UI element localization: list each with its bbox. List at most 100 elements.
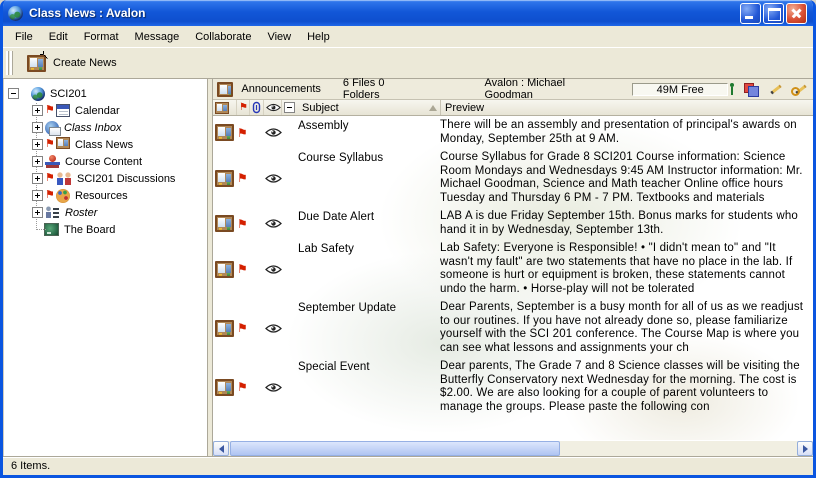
tree-connector-stub (37, 229, 46, 230)
item-count: 6 Items. (11, 460, 50, 472)
column-preview[interactable]: Preview (440, 100, 813, 115)
scroll-right-button[interactable] (797, 441, 813, 456)
flag-icon: ⚑ (237, 210, 263, 237)
arrow-right-icon (803, 445, 808, 453)
message-preview: There will be an assembly and presentati… (440, 119, 813, 146)
expand-toggle[interactable] (32, 207, 43, 218)
message-subject[interactable]: September Update (298, 301, 440, 355)
message-row-september-update[interactable]: ⚑ September Update Dear Parents, Septemb… (213, 299, 813, 358)
window-controls (740, 3, 807, 24)
tree-item-course-content[interactable]: Course Content (4, 153, 207, 170)
eye-icon (265, 174, 282, 183)
flag-icon: ⚑ (45, 173, 56, 184)
menu-file[interactable]: File (7, 28, 41, 46)
message-row-special-event[interactable]: ⚑ Special Event Dear parents, The Grade … (213, 358, 813, 417)
news-item-icon (215, 215, 234, 232)
pencil-icon[interactable] (768, 83, 782, 96)
expand-toggle[interactable] (32, 173, 43, 184)
status-bar: 6 Items. (3, 456, 813, 475)
horizontal-scrollbar[interactable] (213, 440, 813, 456)
menu-bar: File Edit Format Message Collaborate Vie… (3, 26, 813, 47)
minimize-button[interactable] (740, 3, 761, 24)
tree-item-calendar[interactable]: ⚑ Calendar (4, 102, 207, 119)
flag-icon: ⚑ (45, 105, 56, 116)
file-folder-counts: 6 Files 0 Folders (343, 77, 421, 101)
column-collapse-all[interactable] (282, 100, 298, 115)
message-subject[interactable]: Assembly (298, 119, 440, 146)
menu-edit[interactable]: Edit (41, 28, 76, 46)
news-icon (215, 102, 229, 114)
minus-box-icon (284, 102, 295, 113)
expand-toggle[interactable] (32, 190, 43, 201)
news-item-icon (215, 124, 234, 141)
windows-icon[interactable] (744, 83, 759, 96)
message-subject[interactable]: Due Date Alert (298, 210, 440, 237)
tree-item-sci201-discussions[interactable]: ⚑ SCI201 Discussions (4, 170, 207, 187)
column-subject[interactable]: Subject (298, 100, 440, 115)
column-item-icon[interactable] (213, 100, 237, 115)
message-subject[interactable]: Special Event (298, 360, 440, 414)
column-viewed[interactable] (264, 100, 282, 115)
tree-item-label: Class News (73, 139, 135, 151)
eye-icon (265, 265, 282, 274)
column-attachment[interactable] (250, 100, 264, 115)
roster-icon (45, 206, 60, 219)
person-icon[interactable] (728, 83, 735, 96)
key-pencil-icon[interactable] (791, 83, 807, 96)
message-preview: Dear parents, The Grade 7 and 8 Science … (440, 360, 813, 414)
expand-toggle[interactable] (32, 156, 43, 167)
menu-view[interactable]: View (259, 28, 299, 46)
message-row-course-syllabus[interactable]: ⚑ Course Syllabus Course Syllabus for Gr… (213, 149, 813, 208)
menu-format[interactable]: Format (76, 28, 127, 46)
close-button[interactable] (786, 3, 807, 24)
subject-column-label: Subject (302, 102, 339, 114)
free-space-indicator: 49M Free (632, 83, 728, 96)
title-bar[interactable]: Class News : Avalon (3, 0, 813, 26)
tree-item-roster[interactable]: Roster (4, 204, 207, 221)
scrollbar-thumb[interactable] (230, 441, 560, 456)
tree-item-the-board[interactable]: The Board (4, 221, 207, 238)
maximize-button[interactable] (763, 3, 784, 24)
message-row-due-date-alert[interactable]: ⚑ Due Date Alert LAB A is due Friday Sep… (213, 208, 813, 240)
message-subject[interactable]: Lab Safety (298, 242, 440, 296)
expand-toggle[interactable] (32, 105, 43, 116)
flag-icon: ⚑ (237, 242, 263, 296)
panel-header: Announcements 6 Files 0 Folders Avalon :… (213, 79, 813, 100)
expand-toggle[interactable] (32, 122, 43, 133)
tree-item-class-inbox[interactable]: Class Inbox (4, 119, 207, 136)
message-row-assembly[interactable]: ⚑ Assembly There will be an assembly and… (213, 117, 813, 149)
column-header: ⚑ Subject Preview (213, 100, 813, 116)
flag-icon: ⚑ (237, 119, 263, 146)
app-globe-icon (8, 6, 23, 21)
toolbar-gripper[interactable] (6, 51, 13, 75)
create-news-label: Create News (53, 57, 117, 69)
news-item-icon (215, 379, 234, 396)
eye-icon (265, 219, 282, 228)
flag-icon: ⚑ (237, 301, 263, 355)
message-list: ⚑ Assembly There will be an assembly and… (213, 116, 813, 440)
paperclip-icon (252, 101, 261, 114)
create-news-button[interactable]: Create News (18, 51, 126, 76)
scroll-left-button[interactable] (213, 441, 229, 456)
tree-item-class-news[interactable]: ⚑ Class News (4, 136, 207, 153)
tree-item-resources[interactable]: ⚑ Resources (4, 187, 207, 204)
tree-item-sci201[interactable]: SCI201 (4, 85, 207, 102)
sort-ascending-icon (429, 105, 437, 111)
menu-collaborate[interactable]: Collaborate (187, 28, 259, 46)
menu-help[interactable]: Help (299, 28, 338, 46)
tree-item-label: Resources (73, 190, 130, 202)
collapse-toggle[interactable] (8, 88, 19, 99)
header-status-icons (728, 83, 807, 96)
tree-item-label: Course Content (63, 156, 144, 168)
message-row-lab-safety[interactable]: ⚑ Lab Safety Lab Safety: Everyone is Res… (213, 240, 813, 299)
toolbar: Create News (3, 47, 813, 79)
announcements-icon (217, 82, 233, 97)
message-subject[interactable]: Course Syllabus (298, 151, 440, 205)
message-preview: Dear Parents, September is a busy month … (440, 301, 813, 355)
main-area: SCI201 ⚑ Calendar Class Inbox ⚑ Class Ne… (3, 79, 813, 456)
flag-icon: ⚑ (237, 360, 263, 414)
column-flag[interactable]: ⚑ (237, 100, 250, 115)
expand-toggle[interactable] (32, 139, 43, 150)
discussion-people-icon (56, 172, 72, 186)
menu-message[interactable]: Message (127, 28, 188, 46)
